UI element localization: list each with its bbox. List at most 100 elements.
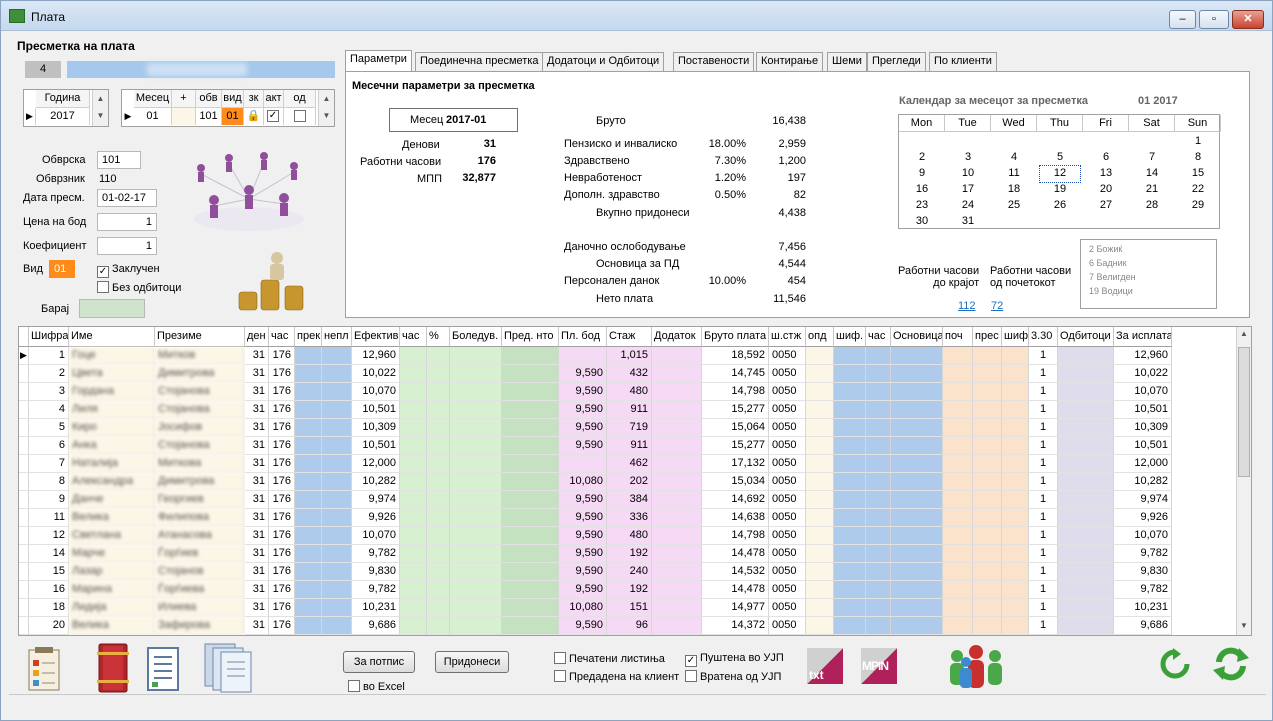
grid-cell[interactable] bbox=[450, 473, 502, 491]
grid-cell[interactable] bbox=[943, 563, 973, 581]
grid-cell[interactable] bbox=[427, 437, 450, 455]
grid-cell[interactable] bbox=[427, 365, 450, 383]
search-input[interactable] bbox=[79, 299, 145, 318]
grid-cell[interactable] bbox=[866, 491, 891, 509]
grid-cell[interactable] bbox=[295, 491, 322, 509]
grid-cell-ime[interactable]: Киро bbox=[69, 419, 155, 437]
grid-cell-n330[interactable]: 1 bbox=[1029, 383, 1058, 401]
grid-cell-cas[interactable]: 176 bbox=[269, 365, 295, 383]
grid-cell[interactable] bbox=[891, 455, 943, 473]
grid-cell[interactable] bbox=[1058, 509, 1114, 527]
grid-cell[interactable] bbox=[973, 365, 1002, 383]
calendar-day[interactable]: 28 bbox=[1132, 198, 1172, 214]
obvrska-field[interactable]: 101 bbox=[97, 151, 141, 169]
grid-cell-sstz[interactable]: 0050 bbox=[769, 617, 806, 635]
grid-cell[interactable] bbox=[806, 599, 834, 617]
grid-cell-sstz[interactable]: 0050 bbox=[769, 545, 806, 563]
grid-cell-cas[interactable]: 176 bbox=[269, 545, 295, 563]
grid-cell[interactable] bbox=[973, 437, 1002, 455]
grid-cell[interactable] bbox=[652, 581, 702, 599]
maximize-button[interactable]: ▫ bbox=[1199, 10, 1229, 29]
grid-cell-den[interactable]: 31 bbox=[245, 563, 269, 581]
grid-cell[interactable] bbox=[806, 545, 834, 563]
tab-parametri[interactable]: Параметри bbox=[345, 50, 412, 72]
grid-cell[interactable] bbox=[834, 473, 866, 491]
tab-poedinecna[interactable]: Поединечна пресметка bbox=[415, 52, 544, 71]
grid-cell[interactable] bbox=[1058, 401, 1114, 419]
scroll-down-icon[interactable]: ▼ bbox=[1240, 621, 1248, 630]
grid-cell-ime[interactable]: Лазар bbox=[69, 563, 155, 581]
grid-cell[interactable] bbox=[834, 509, 866, 527]
grid-cell[interactable] bbox=[400, 347, 427, 365]
grid-cell[interactable] bbox=[1002, 617, 1029, 635]
grid-cell[interactable] bbox=[652, 545, 702, 563]
grid-cell[interactable] bbox=[502, 401, 559, 419]
grid-cell-cas[interactable]: 176 bbox=[269, 455, 295, 473]
grid-cell[interactable] bbox=[427, 599, 450, 617]
scroll-thumb[interactable] bbox=[1238, 347, 1250, 477]
grid-cell-bruto[interactable]: 14,692 bbox=[702, 491, 769, 509]
grid-cell-den[interactable]: 31 bbox=[245, 617, 269, 635]
grid-cell[interactable] bbox=[400, 455, 427, 473]
grid-cell-prezime[interactable]: Стојанова bbox=[155, 437, 245, 455]
grid-cell[interactable] bbox=[973, 563, 1002, 581]
grid-cell-cas[interactable]: 176 bbox=[269, 599, 295, 617]
document-list-icon[interactable] bbox=[145, 646, 181, 692]
notebooks-icon[interactable] bbox=[199, 642, 259, 694]
grid-cell[interactable] bbox=[973, 491, 1002, 509]
grid-column-header[interactable]: непл bbox=[322, 327, 352, 347]
grid-cell-efektiv[interactable]: 10,231 bbox=[352, 599, 400, 617]
grid-cell[interactable] bbox=[1002, 347, 1029, 365]
grid-cell-plbod[interactable]: 9,590 bbox=[559, 509, 607, 527]
rab-od-poc-link[interactable]: 72 bbox=[991, 300, 1003, 312]
grid-cell-cas[interactable]: 176 bbox=[269, 437, 295, 455]
bez-odbitoci-checkbox[interactable]: Без одбитоци bbox=[97, 281, 181, 294]
grid-cell-zaisplata[interactable]: 9,926 bbox=[1114, 509, 1172, 527]
grid-cell-den[interactable]: 31 bbox=[245, 455, 269, 473]
grid-column-header[interactable]: прек bbox=[295, 327, 322, 347]
grid-column-header[interactable]: шиф. bbox=[834, 327, 866, 347]
grid-cell[interactable] bbox=[891, 491, 943, 509]
grid-cell[interactable] bbox=[834, 527, 866, 545]
grid-cell-prezime[interactable]: Димитрова bbox=[155, 473, 245, 491]
grid-cell[interactable] bbox=[834, 545, 866, 563]
grid-cell-staz[interactable]: 719 bbox=[607, 419, 652, 437]
tab-postavenosti[interactable]: Поставености bbox=[673, 52, 755, 71]
grid-cell-plbod[interactable]: 10,080 bbox=[559, 473, 607, 491]
grid-cell-plbod[interactable]: 9,590 bbox=[559, 563, 607, 581]
grid-cell[interactable] bbox=[1002, 383, 1029, 401]
grid-cell[interactable] bbox=[502, 617, 559, 635]
grid-cell[interactable] bbox=[652, 401, 702, 419]
grid-cell[interactable] bbox=[450, 347, 502, 365]
grid-cell[interactable] bbox=[295, 437, 322, 455]
grid-cell[interactable] bbox=[943, 419, 973, 437]
grid-cell[interactable] bbox=[322, 545, 352, 563]
grid-cell[interactable] bbox=[1058, 545, 1114, 563]
grid-cell-den[interactable]: 31 bbox=[245, 509, 269, 527]
grid-cell[interactable] bbox=[295, 545, 322, 563]
grid-cell-prezime[interactable]: Ѓорѓиева bbox=[155, 581, 245, 599]
grid-cell-prezime[interactable]: Ѓорѓиев bbox=[155, 545, 245, 563]
grid-cell[interactable] bbox=[1002, 509, 1029, 527]
grid-cell-den[interactable]: 31 bbox=[245, 599, 269, 617]
grid-cell[interactable] bbox=[891, 545, 943, 563]
row-selector[interactable] bbox=[19, 563, 29, 581]
grid-cell[interactable] bbox=[834, 401, 866, 419]
grid-cell-zaisplata[interactable]: 10,309 bbox=[1114, 419, 1172, 437]
rab-do-kraj-link[interactable]: 112 bbox=[958, 300, 976, 312]
grid-cell-staz[interactable]: 480 bbox=[607, 527, 652, 545]
grid-cell[interactable] bbox=[322, 365, 352, 383]
grid-cell-bruto[interactable]: 15,277 bbox=[702, 401, 769, 419]
grid-cell-sstz[interactable]: 0050 bbox=[769, 581, 806, 599]
grid-cell-plbod[interactable]: 9,590 bbox=[559, 527, 607, 545]
grid-cell[interactable] bbox=[834, 383, 866, 401]
refresh-icon[interactable] bbox=[1159, 648, 1191, 682]
grid-column-header[interactable]: Додаток bbox=[652, 327, 702, 347]
grid-cell-efektiv[interactable]: 10,501 bbox=[352, 437, 400, 455]
calendar-day[interactable]: 13 bbox=[1086, 166, 1126, 182]
grid-cell-sifra[interactable]: 18 bbox=[29, 599, 69, 617]
grid-cell-cas[interactable]: 176 bbox=[269, 383, 295, 401]
grid-cell[interactable] bbox=[450, 545, 502, 563]
grid-cell-sifra[interactable]: 9 bbox=[29, 491, 69, 509]
scroll-up-icon[interactable]: ▲ bbox=[1240, 329, 1248, 338]
